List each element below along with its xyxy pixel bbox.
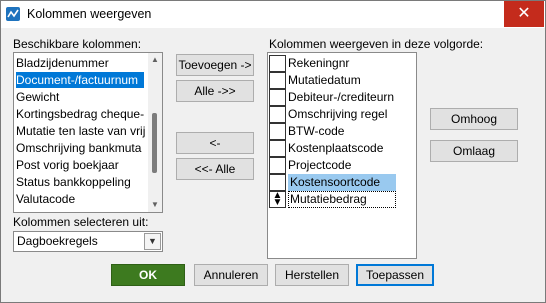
- list-item[interactable]: Status bankkoppeling: [16, 174, 131, 190]
- dialog-window: Kolommen weergeven ✕ Beschikbare kolomme…: [0, 0, 546, 303]
- checkbox[interactable]: [269, 72, 286, 89]
- move-up-button[interactable]: Omhoog: [430, 108, 518, 130]
- add-all-button[interactable]: Alle ->>: [176, 80, 254, 102]
- checkbox[interactable]: [269, 55, 286, 72]
- window-title: Kolommen weergeven: [27, 7, 152, 21]
- checkbox[interactable]: [269, 174, 286, 191]
- table-row[interactable]: Omschrijving regel: [269, 106, 396, 123]
- select-from-dropdown[interactable]: Dagboekregels ▼: [13, 231, 163, 252]
- close-button[interactable]: ✕: [504, 1, 544, 27]
- checkbox[interactable]: [269, 157, 286, 174]
- scroll-up-icon[interactable]: ▲: [148, 53, 162, 67]
- column-name: Omschrijving regel: [288, 107, 388, 121]
- column-name: Debiteur-/crediteurn: [288, 90, 395, 104]
- table-row[interactable]: Mutatiedatum: [269, 72, 396, 89]
- table-row[interactable]: Debiteur-/crediteurn: [269, 89, 396, 106]
- display-columns-list[interactable]: Rekeningnr Mutatiedatum Debiteur-/credit…: [267, 52, 417, 259]
- display-columns-label: Kolommen weergeven in deze volgorde:: [269, 37, 484, 51]
- available-columns-label: Beschikbare kolommen:: [13, 37, 141, 51]
- chevron-down-icon[interactable]: ▼: [144, 233, 161, 250]
- move-down-button[interactable]: Omlaag: [430, 140, 518, 162]
- sort-toggle[interactable]: ▲ ▼: [269, 191, 286, 208]
- remove-button[interactable]: <- Verwijderen: [176, 132, 254, 170]
- checkbox[interactable]: [269, 123, 286, 140]
- vertical-scrollbar[interactable]: ▲ ▼: [148, 53, 162, 212]
- sort-arrows-icon: ▲ ▼: [272, 190, 283, 208]
- checkbox[interactable]: [269, 140, 286, 157]
- column-name: Projectcode: [288, 158, 352, 172]
- column-name: Mutatiebedrag: [288, 191, 396, 208]
- remove-all-button[interactable]: <<- Alle: [176, 158, 254, 180]
- list-item[interactable]: Mutatie ten laste van vrij: [16, 123, 145, 139]
- column-name: BTW-code: [288, 124, 345, 138]
- list-item[interactable]: Omschrijving bankmuta: [16, 140, 141, 156]
- title-bar: Kolommen weergeven ✕: [1, 1, 545, 28]
- select-from-value: Dagboekregels: [17, 234, 98, 248]
- apply-button[interactable]: Toepassen: [356, 264, 434, 286]
- checkbox[interactable]: [269, 89, 286, 106]
- available-columns-list[interactable]: Bladzijdenummer Document-/factuurnum Gew…: [13, 52, 163, 213]
- list-item[interactable]: Document-/factuurnum: [16, 72, 144, 88]
- table-row[interactable]: Projectcode: [269, 157, 396, 174]
- available-columns-label-text: Beschikbare kolommen:: [13, 37, 142, 51]
- table-row[interactable]: BTW-code: [269, 123, 396, 140]
- cancel-button[interactable]: Annuleren: [194, 264, 268, 286]
- ok-button[interactable]: OK: [111, 264, 185, 286]
- app-icon: [6, 7, 20, 21]
- scroll-thumb[interactable]: [152, 113, 157, 173]
- table-row[interactable]: Kostenplaatscode: [269, 140, 396, 157]
- column-name: Kostenplaatscode: [288, 141, 384, 155]
- list-item[interactable]: Bladzijdenummer: [16, 55, 109, 71]
- list-item[interactable]: Valutacode: [16, 191, 75, 207]
- table-row[interactable]: Rekeningnr: [269, 55, 396, 72]
- table-row[interactable]: ▲ ▼ Mutatiebedrag: [269, 191, 396, 208]
- list-item[interactable]: Post vorig boekjaar: [16, 157, 119, 173]
- add-button[interactable]: Toevoegen ->: [176, 54, 254, 76]
- column-name: Mutatiedatum: [288, 73, 361, 87]
- list-item[interactable]: Kortingsbedrag cheque-: [16, 106, 144, 122]
- select-from-label: Kolommen selecteren uit:: [13, 215, 149, 229]
- list-item[interactable]: Gewicht: [16, 89, 59, 105]
- column-name: Kostensoortcode: [288, 174, 396, 191]
- scroll-down-icon[interactable]: ▼: [148, 198, 162, 212]
- column-name: Rekeningnr: [288, 56, 350, 70]
- reset-button[interactable]: Herstellen: [275, 264, 349, 286]
- checkbox[interactable]: [269, 106, 286, 123]
- table-row[interactable]: Kostensoortcode: [269, 174, 396, 191]
